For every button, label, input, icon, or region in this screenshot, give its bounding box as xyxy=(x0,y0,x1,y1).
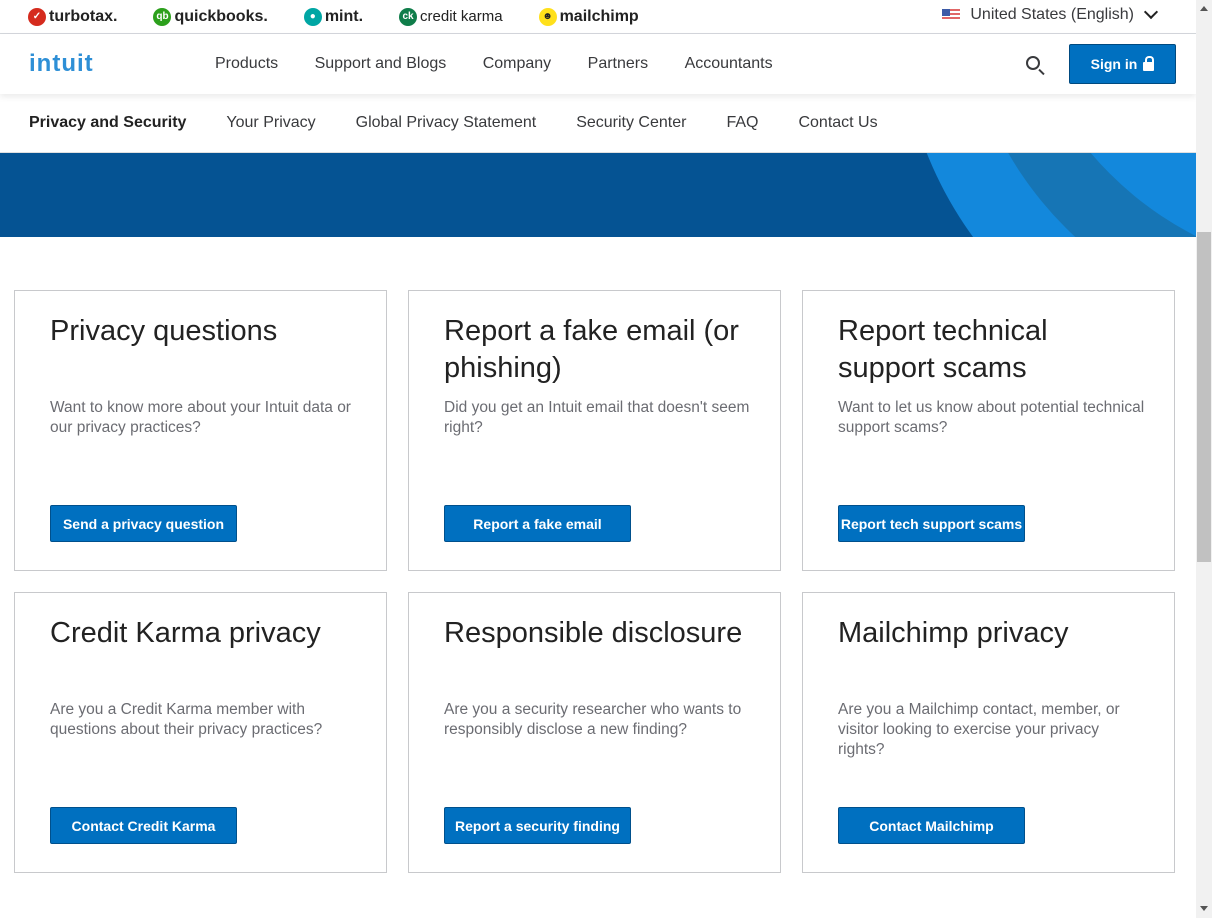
subnav-faq[interactable]: FAQ xyxy=(726,114,758,132)
card-responsible-disclosure: Responsible disclosure Are you a security… xyxy=(408,592,781,873)
mailchimp-logo-icon: ☻ xyxy=(538,7,557,26)
main-nav: Products Support and Blogs Company Partn… xyxy=(215,55,805,73)
credit-karma-logo-icon: ck xyxy=(399,7,418,26)
hero-banner xyxy=(0,153,1196,237)
card-text: Are you a security researcher who wants … xyxy=(444,701,742,738)
card-title: Responsible disclosure xyxy=(444,617,743,649)
brand-label: mint. xyxy=(324,7,364,25)
card-title: Mailchimp privacy xyxy=(838,617,1069,649)
scrollbar-thumb[interactable] xyxy=(1197,232,1211,562)
brand-label: credit karma xyxy=(420,8,503,25)
lock-icon xyxy=(1143,55,1155,71)
contact-credit-karma-button[interactable]: Contact Credit Karma xyxy=(50,807,237,844)
brand-bar: ✓ turbotax. qb quickbooks. ● mint. ck credit… xyxy=(0,0,1196,34)
quickbooks-logo-icon: qb xyxy=(153,7,172,26)
card-title: Credit Karma privacy xyxy=(50,617,321,649)
nav-partners[interactable]: Partners xyxy=(588,55,648,72)
locale-label: United States (English) xyxy=(970,6,1134,23)
sign-in-button[interactable]: Sign in xyxy=(1069,44,1176,84)
scroll-down-arrow-icon[interactable] xyxy=(1200,906,1208,911)
subnav-your-privacy[interactable]: Your Privacy xyxy=(226,114,315,132)
subnav-privacy-and-security[interactable]: Privacy and Security xyxy=(29,114,186,132)
intuit-logo[interactable]: intuit xyxy=(29,50,215,78)
brand-label: mailchimp xyxy=(559,7,639,25)
nav-company[interactable]: Company xyxy=(483,55,551,72)
report-security-finding-button[interactable]: Report a security finding xyxy=(444,807,631,844)
brand-label: quickbooks. xyxy=(174,7,268,25)
card-mailchimp-privacy: Mailchimp privacy Are you a Mailchimp con… xyxy=(802,592,1175,873)
nav-products[interactable]: Products xyxy=(215,55,278,72)
search-icon[interactable] xyxy=(1026,56,1040,70)
card-privacy-questions: Privacy questions Want to know more about… xyxy=(14,290,387,571)
card-text: Did you get an Intuit email that doesn't… xyxy=(444,399,750,436)
brand-mailchimp[interactable]: ☻ mailchimp xyxy=(538,7,639,26)
scrollbar[interactable] xyxy=(1196,0,1212,918)
brand-turbotax[interactable]: ✓ turbotax. xyxy=(28,7,118,26)
mint-logo-icon: ● xyxy=(303,7,322,26)
card-text: Want to let us know about potential tech… xyxy=(838,399,1145,436)
locale-selector[interactable]: United States (English) xyxy=(942,4,1159,24)
brand-quickbooks[interactable]: qb quickbooks. xyxy=(153,7,268,26)
nav-accountants[interactable]: Accountants xyxy=(685,55,773,72)
card-text: Are you a Credit Karma member with quest… xyxy=(50,701,323,738)
sign-in-label: Sign in xyxy=(1090,56,1138,72)
scroll-up-arrow-icon[interactable] xyxy=(1200,6,1208,11)
chevron-down-icon xyxy=(1143,4,1159,20)
card-title: Report technical support scams xyxy=(838,315,1048,384)
card-text: Are you a Mailchimp contact, member, or … xyxy=(838,701,1120,758)
subnav-global-privacy-statement[interactable]: Global Privacy Statement xyxy=(356,114,537,132)
main-header: intuit Products Support and Blogs Compan… xyxy=(0,34,1196,94)
card-grid: Privacy questions Want to know more about… xyxy=(14,290,1175,873)
card-title: Report a fake email (or phishing) xyxy=(444,315,739,384)
nav-support-and-blogs[interactable]: Support and Blogs xyxy=(315,55,447,72)
subnav-contact-us[interactable]: Contact Us xyxy=(798,114,877,132)
page: ✓ turbotax. qb quickbooks. ● mint. ck credit… xyxy=(0,0,1196,918)
brand-credit-karma[interactable]: ck credit karma xyxy=(399,7,503,26)
brand-label: turbotax. xyxy=(49,7,118,25)
subnav-security-center[interactable]: Security Center xyxy=(576,114,686,132)
card-text: Want to know more about your Intuit data… xyxy=(50,399,351,436)
brand-mint[interactable]: ● mint. xyxy=(303,7,364,26)
report-tech-support-scams-button[interactable]: Report tech support scams xyxy=(838,505,1025,542)
turbotax-logo-icon: ✓ xyxy=(28,7,46,26)
card-title: Privacy questions xyxy=(50,315,278,347)
card-credit-karma-privacy: Credit Karma privacy Are you a Credit Kar… xyxy=(14,592,387,873)
report-fake-email-button[interactable]: Report a fake email xyxy=(444,505,631,542)
card-report-tech-scams: Report technical support scams Want to le… xyxy=(802,290,1175,571)
us-flag-icon xyxy=(942,9,961,21)
card-report-fake-email: Report a fake email (or phishing) Did you… xyxy=(408,290,781,571)
send-privacy-question-button[interactable]: Send a privacy question xyxy=(50,505,237,542)
sub-nav: Privacy and Security Your Privacy Global… xyxy=(0,94,1196,153)
contact-mailchimp-button[interactable]: Contact Mailchimp xyxy=(838,807,1025,844)
